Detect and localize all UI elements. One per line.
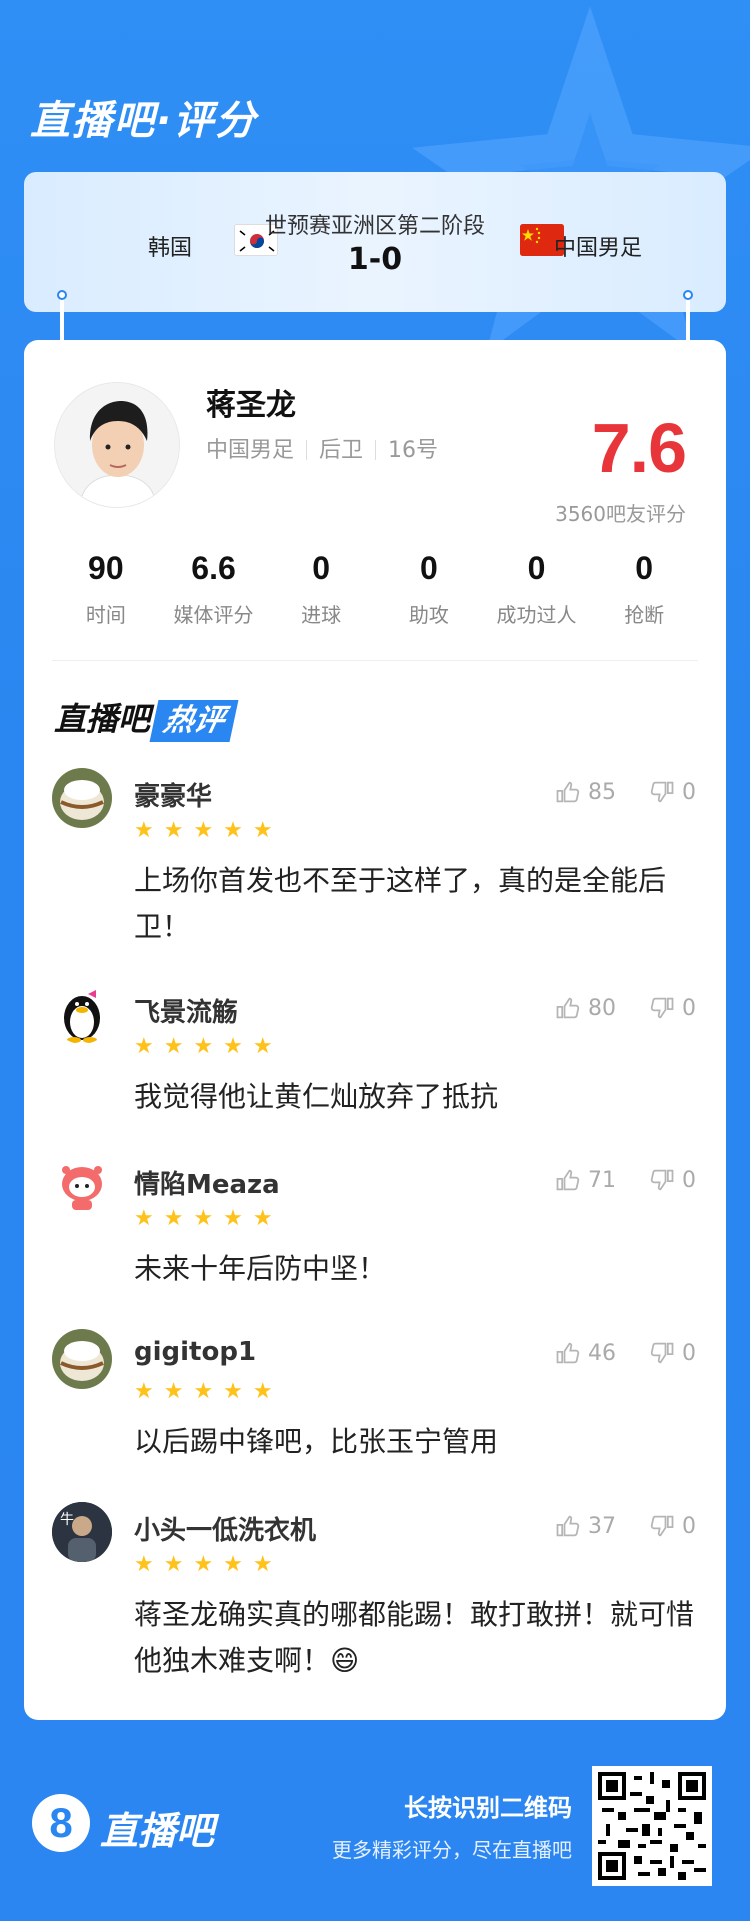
comment-text: 蒋圣龙确实真的哪都能踢！敢打敢拼！就可惜他独木难支啊！😄 xyxy=(134,1598,695,1677)
user-avatar[interactable] xyxy=(52,1156,112,1216)
user-avatar[interactable] xyxy=(52,1329,112,1389)
star-rating: ★★★★★ xyxy=(134,1552,283,1577)
like-button[interactable]: 37 xyxy=(554,1512,616,1540)
dislike-button[interactable]: 0 xyxy=(648,1166,696,1194)
dislike-count: 0 xyxy=(682,1513,696,1539)
dislike-button[interactable]: 0 xyxy=(648,1512,696,1540)
hot-comments-title: 直播吧 热评 xyxy=(54,694,239,742)
dislike-count: 0 xyxy=(682,1167,696,1193)
thumbs-up-icon xyxy=(556,1342,580,1364)
user-name: 情陷Meaza xyxy=(134,1170,280,1200)
stat-assists: 0 助攻 xyxy=(375,550,483,650)
hot-title-badge: 热评 xyxy=(149,700,239,742)
footer: 8 直播吧 长按识别二维码 更多精彩评分，尽在直播吧 xyxy=(0,1750,750,1921)
dislike-count: 0 xyxy=(682,995,696,1021)
thumbs-down-icon xyxy=(650,1169,674,1191)
thumbs-up-icon xyxy=(556,1515,580,1537)
user-avatar[interactable] xyxy=(52,768,112,828)
hot-title-brand: 直播吧 xyxy=(54,700,151,738)
comment-text: 上场你首发也不至于这样了，真的是全能后卫！ xyxy=(134,864,667,943)
player-stats: 90 时间 6.6 媒体评分 0 进球 0 助攻 0 成功过人 0 抢断 xyxy=(52,550,698,650)
star-rating: ★★★★★ xyxy=(134,1034,283,1059)
player-rating-card: 蒋圣龙 中国男足 后卫 16号 7.6 3560吧友评分 90 时间 6.6 媒体评… xyxy=(24,340,726,1720)
thumbs-up-icon xyxy=(556,997,580,1019)
meta-separator xyxy=(306,440,308,460)
dislike-count: 0 xyxy=(682,1340,696,1366)
dislike-button[interactable]: 0 xyxy=(648,778,696,806)
user-name: 豪豪华 xyxy=(134,782,213,812)
comment-text: 我觉得他让黄仁灿放弃了抵抗 xyxy=(134,1080,499,1113)
star-rating: ★★★★★ xyxy=(134,1206,283,1231)
stat-value: 0 xyxy=(419,550,438,586)
stat-value: 6.6 xyxy=(191,550,236,586)
dislike-count: 0 xyxy=(682,779,696,805)
comment-text: 未来十年后防中坚！ xyxy=(134,1252,387,1285)
rating-count: 3560吧友评分 xyxy=(555,502,686,526)
dislike-button[interactable]: 0 xyxy=(648,994,696,1022)
thumbs-up-icon xyxy=(556,1169,580,1191)
stat-label: 进球 xyxy=(301,603,342,627)
stat-time: 90 时间 xyxy=(52,550,160,650)
star-rating: ★★★★★ xyxy=(134,1379,283,1404)
user-avatar[interactable]: 牛 xyxy=(52,1502,112,1562)
like-button[interactable]: 80 xyxy=(554,994,616,1022)
like-button[interactable]: 71 xyxy=(554,1166,616,1194)
zhibo8-logo-icon: 8 xyxy=(32,1794,90,1852)
player-name: 蒋圣龙 xyxy=(206,388,296,423)
stat-label: 成功过人 xyxy=(496,603,577,627)
player-position: 后卫 xyxy=(319,438,364,463)
stat-value: 0 xyxy=(527,550,546,586)
thumbs-down-icon xyxy=(650,1515,674,1537)
user-avatar[interactable] xyxy=(52,984,112,1044)
star-rating: ★★★★★ xyxy=(134,818,283,843)
thumbs-up-icon xyxy=(556,781,580,803)
stat-media-rating: 6.6 媒体评分 xyxy=(160,550,268,650)
user-name: 小头一低洗衣机 xyxy=(134,1516,317,1546)
stat-tackles: 0 抢断 xyxy=(590,550,698,650)
page-title: 直播吧·评分 xyxy=(30,98,258,144)
qr-code[interactable] xyxy=(592,1766,712,1886)
stat-value: 0 xyxy=(312,550,331,586)
user-name: gigitop1 xyxy=(134,1337,257,1367)
dislike-button[interactable]: 0 xyxy=(648,1339,696,1367)
thumbs-down-icon xyxy=(650,997,674,1019)
stat-dribbles: 0 成功过人 xyxy=(483,550,591,650)
away-team-name: 中国男足 xyxy=(554,236,643,261)
player-team: 中国男足 xyxy=(206,438,295,463)
like-count: 71 xyxy=(588,1167,616,1193)
like-count: 37 xyxy=(588,1513,616,1539)
comment-text: 以后踢中锋吧，比张玉宁管用 xyxy=(134,1425,499,1458)
like-count: 46 xyxy=(588,1340,616,1366)
stat-label: 抢断 xyxy=(624,603,665,627)
like-button[interactable]: 85 xyxy=(554,778,616,806)
player-number: 16号 xyxy=(388,438,439,463)
scan-qr-title: 长按识别二维码 xyxy=(404,1794,572,1822)
meta-separator xyxy=(375,440,377,460)
player-rating-score: 7.6 xyxy=(591,409,687,487)
like-count: 80 xyxy=(588,995,616,1021)
stat-goals: 0 进球 xyxy=(267,550,375,650)
svg-text:牛: 牛 xyxy=(60,1512,74,1528)
footer-logo-text: 直播吧 xyxy=(100,1809,215,1853)
stat-label: 媒体评分 xyxy=(173,603,254,627)
divider xyxy=(52,660,698,661)
like-button[interactable]: 46 xyxy=(554,1339,616,1367)
stat-value: 90 xyxy=(88,550,124,586)
like-count: 85 xyxy=(588,779,616,805)
stat-label: 时间 xyxy=(85,603,126,627)
stat-label: 助攻 xyxy=(408,603,449,627)
stat-value: 0 xyxy=(635,550,654,586)
player-avatar xyxy=(54,382,180,508)
user-name: 飞景流觞 xyxy=(134,998,239,1028)
scan-qr-subtitle: 更多精彩评分，尽在直播吧 xyxy=(332,1838,572,1862)
thumbs-down-icon xyxy=(650,781,674,803)
match-card: 韩国 世预赛亚洲区第二阶段 1-0 中国男足 xyxy=(24,172,726,312)
thumbs-down-icon xyxy=(650,1342,674,1364)
player-meta: 中国男足 后卫 16号 xyxy=(206,432,438,464)
